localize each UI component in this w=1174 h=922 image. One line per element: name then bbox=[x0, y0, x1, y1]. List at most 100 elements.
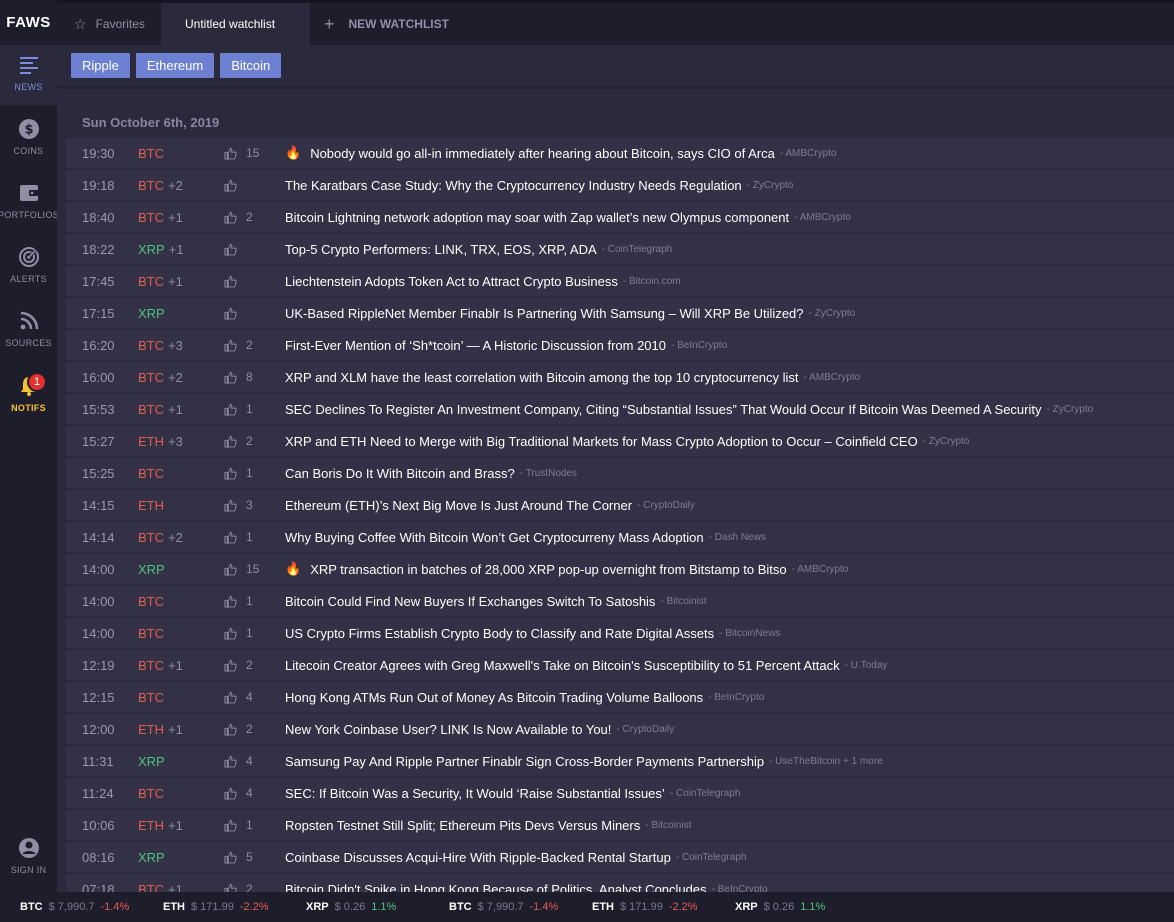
news-source[interactable]: - BeInCrypto bbox=[712, 884, 768, 893]
news-source[interactable]: - UseTheBitcoin + 1 more bbox=[769, 756, 883, 767]
news-headline[interactable]: 🔥 Nobody would go all-in immediately afte… bbox=[285, 145, 837, 161]
news-source[interactable]: - BitcoinNews bbox=[719, 628, 780, 639]
coin-tag[interactable]: XRP bbox=[138, 754, 169, 769]
coin-tag[interactable]: BTC bbox=[138, 626, 168, 641]
like-button[interactable]: 2 bbox=[224, 338, 253, 352]
like-button[interactable]: 15 bbox=[224, 146, 259, 160]
news-headline[interactable]: XRP and XLM have the least correlation w… bbox=[285, 370, 860, 385]
news-source[interactable]: - AMBCrypto bbox=[804, 372, 861, 383]
news-source[interactable]: - CoinTelegraph bbox=[676, 852, 747, 863]
coin-tag[interactable]: ETH +1 bbox=[138, 818, 183, 833]
like-button[interactable]: 2 bbox=[224, 210, 253, 224]
news-row[interactable]: 10:06 ETH +1 1 Ropsten Testnet Still Split; … bbox=[66, 810, 1174, 842]
news-row[interactable]: 12:19 BTC +1 2 Litecoin Creator Agrees with … bbox=[66, 650, 1174, 682]
news-row[interactable]: 14:15 ETH 3 Ethereum (ETH)’s Next Big Move … bbox=[66, 490, 1174, 522]
brand-logo[interactable]: FAWS bbox=[0, 0, 57, 45]
like-button[interactable]: 1 bbox=[224, 626, 253, 640]
coin-tag[interactable]: XRP bbox=[138, 306, 169, 321]
news-headline[interactable]: Why Buying Coffee With Bitcoin Won’t Get… bbox=[285, 530, 766, 545]
news-headline[interactable]: XRP and ETH Need to Merge with Big Tradi… bbox=[285, 434, 969, 449]
like-button[interactable]: 4 bbox=[224, 786, 253, 800]
coin-tag[interactable]: BTC +3 bbox=[138, 338, 183, 353]
news-source[interactable]: - ZyCrypto bbox=[1047, 404, 1094, 415]
like-button[interactable]: 1 bbox=[224, 594, 253, 608]
news-row[interactable]: 18:40 BTC +1 2 Bitcoin Lightning network ado… bbox=[66, 202, 1174, 234]
news-headline[interactable]: SEC: If Bitcoin Was a Security, It Would… bbox=[285, 786, 740, 801]
news-row[interactable]: 15:27 ETH +3 2 XRP and ETH Need to Merge wit… bbox=[66, 426, 1174, 458]
news-source[interactable]: - ZyCrypto bbox=[923, 436, 970, 447]
news-headline[interactable]: Bitcoin Didn't Spike in Hong Kong Becaus… bbox=[285, 882, 768, 893]
ticker-item[interactable]: XRP $ 0.26 1.1% bbox=[735, 901, 858, 913]
news-source[interactable]: - ZyCrypto bbox=[809, 308, 856, 319]
like-button[interactable]: 2 bbox=[224, 882, 253, 892]
sidebar-item-portfolios[interactable]: PORTFOLIOS bbox=[0, 182, 59, 242]
like-button[interactable]: 4 bbox=[224, 754, 253, 768]
sidebar-item-notifs[interactable]: 1 NOTIFS bbox=[0, 372, 57, 435]
news-source[interactable]: - CryptoDaily bbox=[616, 724, 674, 735]
like-button[interactable]: 5 bbox=[224, 850, 253, 864]
sidebar-item-alerts[interactable]: ALERTS bbox=[0, 246, 57, 306]
news-source[interactable]: - CryptoDaily bbox=[637, 500, 695, 511]
like-button[interactable]: 3 bbox=[224, 498, 253, 512]
news-row[interactable]: 17:45 BTC +1 Liechtenstein Adopts Token Act… bbox=[66, 266, 1174, 298]
like-button[interactable]: 1 bbox=[224, 818, 253, 832]
news-headline[interactable]: Ropsten Testnet Still Split; Ethereum Pi… bbox=[285, 818, 691, 833]
like-button[interactable] bbox=[224, 179, 246, 192]
tab-favorites[interactable]: ☆ Favorites bbox=[57, 3, 161, 45]
coin-tag[interactable]: BTC bbox=[138, 786, 168, 801]
news-row[interactable]: 16:20 BTC +3 2 First-Ever Mention of ‘Sh*tco… bbox=[66, 330, 1174, 362]
coin-tag[interactable]: BTC +1 bbox=[138, 882, 183, 893]
news-row[interactable]: 14:00 XRP 15 🔥 XRP transaction in batches of… bbox=[66, 554, 1174, 586]
news-row[interactable]: 14:00 BTC 1 US Crypto Firms Establish Crypt… bbox=[66, 618, 1174, 650]
news-source[interactable]: - TrustNodes bbox=[520, 468, 577, 479]
ticker-item[interactable]: BTC $ 7,990.7 -1.4% bbox=[20, 901, 143, 913]
coin-tag[interactable]: BTC +1 bbox=[138, 210, 183, 225]
news-row[interactable]: 15:25 BTC 1 Can Boris Do It With Bitcoin an… bbox=[66, 458, 1174, 490]
like-button[interactable] bbox=[224, 243, 246, 256]
news-source[interactable]: - AMBCrypto bbox=[794, 212, 851, 223]
news-source[interactable]: - AMBCrypto bbox=[780, 148, 837, 159]
news-headline[interactable]: The Karatbars Case Study: Why the Crypto… bbox=[285, 178, 793, 193]
coin-tag[interactable]: BTC +2 bbox=[138, 530, 183, 545]
news-row[interactable]: 11:31 XRP 4 Samsung Pay And Ripple Partner … bbox=[66, 746, 1174, 778]
news-headline[interactable]: Liechtenstein Adopts Token Act to Attrac… bbox=[285, 274, 681, 289]
news-source[interactable]: - CoinTelegraph bbox=[602, 244, 673, 255]
news-row[interactable]: 14:00 BTC 1 Bitcoin Could Find New Buyers I… bbox=[66, 586, 1174, 618]
news-source[interactable]: - Dash News bbox=[709, 532, 766, 543]
coin-tag[interactable]: BTC bbox=[138, 594, 168, 609]
like-button[interactable]: 2 bbox=[224, 434, 253, 448]
news-source[interactable]: - Bitcoinist bbox=[660, 596, 706, 607]
filter-chip-ripple[interactable]: Ripple bbox=[71, 53, 130, 78]
coin-tag[interactable]: ETH bbox=[138, 498, 168, 513]
news-headline[interactable]: Samsung Pay And Ripple Partner Finablr S… bbox=[285, 754, 883, 769]
news-headline[interactable]: New York Coinbase User? LINK Is Now Avai… bbox=[285, 722, 674, 737]
ticker-item[interactable]: ETH $ 171.99 -2.2% bbox=[163, 901, 286, 913]
news-row[interactable]: 19:18 BTC +2 The Karatbars Case Study: Why … bbox=[66, 170, 1174, 202]
coin-tag[interactable]: XRP +1 bbox=[138, 242, 184, 257]
news-headline[interactable]: Hong Kong ATMs Run Out of Money As Bitco… bbox=[285, 690, 764, 705]
ticker-item[interactable]: BTC $ 7,990.7 -1.4% bbox=[449, 901, 572, 913]
like-button[interactable] bbox=[224, 275, 246, 288]
new-watchlist-button[interactable]: + NEW WATCHLIST bbox=[310, 3, 467, 45]
coin-tag[interactable]: BTC +1 bbox=[138, 658, 183, 673]
news-row[interactable]: 08:16 XRP 5 Coinbase Discusses Acqui-Hire W… bbox=[66, 842, 1174, 874]
like-button[interactable]: 2 bbox=[224, 658, 253, 672]
news-headline[interactable]: Coinbase Discusses Acqui-Hire With Rippl… bbox=[285, 850, 746, 865]
news-row[interactable]: 19:30 BTC 15 🔥 Nobody would go all-in immedi… bbox=[66, 138, 1174, 170]
sidebar-item-sign-in[interactable]: SIGN IN bbox=[0, 837, 57, 897]
news-row[interactable]: 07:18 BTC +1 2 Bitcoin Didn't Spike in Hong … bbox=[66, 874, 1174, 892]
like-button[interactable]: 15 bbox=[224, 562, 259, 576]
sidebar-item-news[interactable]: NEWS bbox=[0, 45, 57, 105]
news-source[interactable]: - ZyCrypto bbox=[747, 180, 794, 191]
coin-tag[interactable]: XRP bbox=[138, 562, 169, 577]
news-row[interactable]: 17:15 XRP UK-Based RippleNet Member Finabl… bbox=[66, 298, 1174, 330]
news-source[interactable]: - Bitcoin.com bbox=[623, 276, 681, 287]
news-row[interactable]: 12:00 ETH +1 2 New York Coinbase User? LINK … bbox=[66, 714, 1174, 746]
news-row[interactable]: 18:22 XRP +1 Top-5 Crypto Performers: LINK,… bbox=[66, 234, 1174, 266]
ticker-item[interactable]: XRP $ 0.26 1.1% bbox=[306, 901, 429, 913]
news-row[interactable]: 15:53 BTC +1 1 SEC Declines To Register An I… bbox=[66, 394, 1174, 426]
news-headline[interactable]: Top-5 Crypto Performers: LINK, TRX, EOS,… bbox=[285, 242, 672, 257]
news-row[interactable]: 12:15 BTC 4 Hong Kong ATMs Run Out of Money… bbox=[66, 682, 1174, 714]
news-row[interactable]: 16:00 BTC +2 8 XRP and XLM have the least co… bbox=[66, 362, 1174, 394]
ticker-item[interactable]: ETH $ 171.99 -2.2% bbox=[592, 901, 715, 913]
